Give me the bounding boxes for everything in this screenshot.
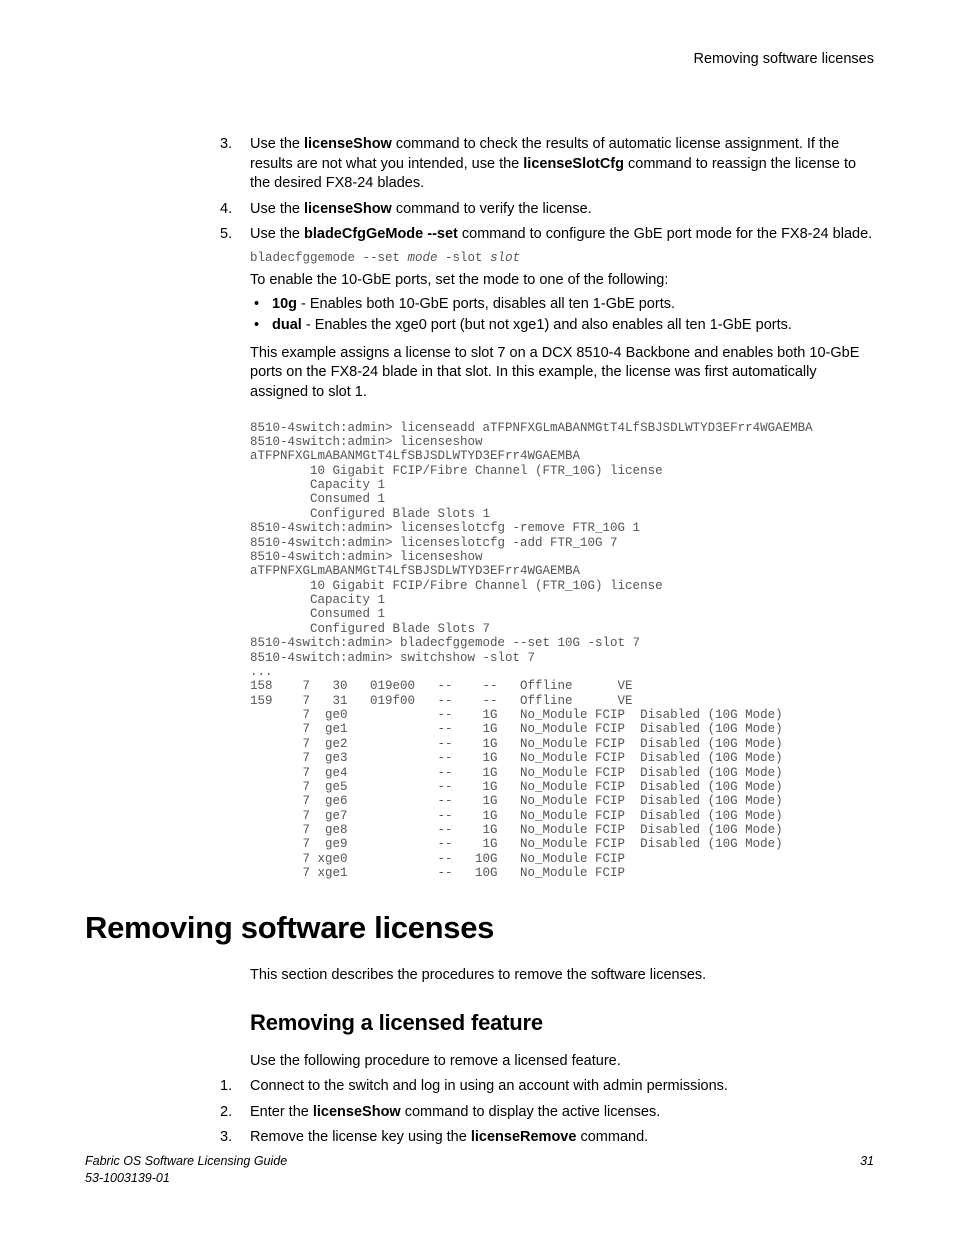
text-fragment: command to configure the GbE port mode f… [458, 226, 872, 242]
step-number: 4. [220, 200, 232, 220]
command-name: licenseRemove [471, 1129, 577, 1145]
text-fragment: command. [576, 1129, 648, 1145]
step-list-b: 1. Connect to the switch and log in usin… [85, 1077, 874, 1148]
text-fragment: Remove the license key using the [250, 1129, 471, 1145]
step-text: Use the bladeCfgGeMode --set command to … [250, 226, 872, 242]
command-name: licenseSlotCfg [523, 156, 624, 172]
step-text: Use the licenseShow command to verify th… [250, 201, 592, 217]
step-3: 3. Use the licenseShow command to check … [85, 135, 874, 194]
step-1: 1. Connect to the switch and log in usin… [85, 1077, 874, 1097]
running-header: Removing software licenses [693, 50, 874, 70]
subsection-heading: Removing a licensed feature [250, 1008, 874, 1038]
page-footer: 31 Fabric OS Software Licensing Guide 53… [85, 1153, 874, 1187]
code-text: -slot [438, 251, 491, 265]
bullet-list: 10g - Enables both 10-GbE ports, disable… [250, 295, 874, 336]
footer-title: Fabric OS Software Licensing Guide [85, 1153, 874, 1170]
page-number: 31 [860, 1153, 874, 1170]
footer-docnum: 53-1003139-01 [85, 1170, 874, 1187]
code-example: 8510-4switch:admin> licenseadd aTFPNFXGL… [250, 421, 874, 881]
command-name: bladeCfgGeMode --set [304, 226, 458, 242]
bullet-desc: - Enables both 10-GbE ports, disables al… [297, 296, 675, 312]
main-content: 3. Use the licenseShow command to check … [85, 135, 874, 1154]
bullet-term: dual [272, 317, 302, 333]
step-2: 2. Enter the licenseShow command to disp… [85, 1103, 874, 1123]
paragraph: Use the following procedure to remove a … [250, 1052, 874, 1072]
step-text: Remove the license key using the license… [250, 1129, 648, 1145]
text-fragment: command to display the active licenses. [401, 1104, 661, 1120]
text-fragment: Use the [250, 226, 304, 242]
step-5: 5. Use the bladeCfgGeMode --set command … [85, 225, 874, 245]
bullet-desc: - Enables the xge0 port (but not xge1) a… [302, 317, 792, 333]
step-number: 1. [220, 1077, 232, 1097]
paragraph: To enable the 10-GbE ports, set the mode… [250, 271, 874, 291]
code-keyword: mode [408, 251, 438, 265]
bullet-item: 10g - Enables both 10-GbE ports, disable… [250, 295, 874, 315]
step-number: 3. [220, 1128, 232, 1148]
text-fragment: Enter the [250, 1104, 313, 1120]
code-text: bladecfggemode --set [250, 251, 408, 265]
text-fragment: Use the [250, 201, 304, 217]
command-name: licenseShow [313, 1104, 401, 1120]
step-4: 4. Use the licenseShow command to verify… [85, 200, 874, 220]
paragraph: This example assigns a license to slot 7… [250, 344, 874, 403]
section-body: This section describes the procedures to… [250, 966, 874, 986]
step-text: Use the licenseShow command to check the… [250, 136, 856, 191]
step-number: 3. [220, 135, 232, 155]
section-heading: Removing software licenses [85, 907, 874, 949]
text-fragment: Use the [250, 136, 304, 152]
step-number: 2. [220, 1103, 232, 1123]
text-fragment: command to verify the license. [392, 201, 592, 217]
code-syntax: bladecfggemode --set mode -slot slot [250, 251, 874, 265]
step-list-a: 3. Use the licenseShow command to check … [85, 135, 874, 245]
command-name: licenseShow [304, 201, 392, 217]
subsection: Removing a licensed feature Use the foll… [85, 1008, 874, 1148]
code-keyword: slot [490, 251, 520, 265]
step-text: Connect to the switch and log in using a… [250, 1078, 728, 1094]
command-name: licenseShow [304, 136, 392, 152]
step-number: 5. [220, 225, 232, 245]
step-5-detail: bladecfggemode --set mode -slot slot To … [250, 251, 874, 881]
step-3b: 3. Remove the license key using the lice… [85, 1128, 874, 1148]
paragraph: This section describes the procedures to… [250, 966, 874, 986]
bullet-term: 10g [272, 296, 297, 312]
bullet-item: dual - Enables the xge0 port (but not xg… [250, 316, 874, 336]
step-text: Enter the licenseShow command to display… [250, 1104, 660, 1120]
